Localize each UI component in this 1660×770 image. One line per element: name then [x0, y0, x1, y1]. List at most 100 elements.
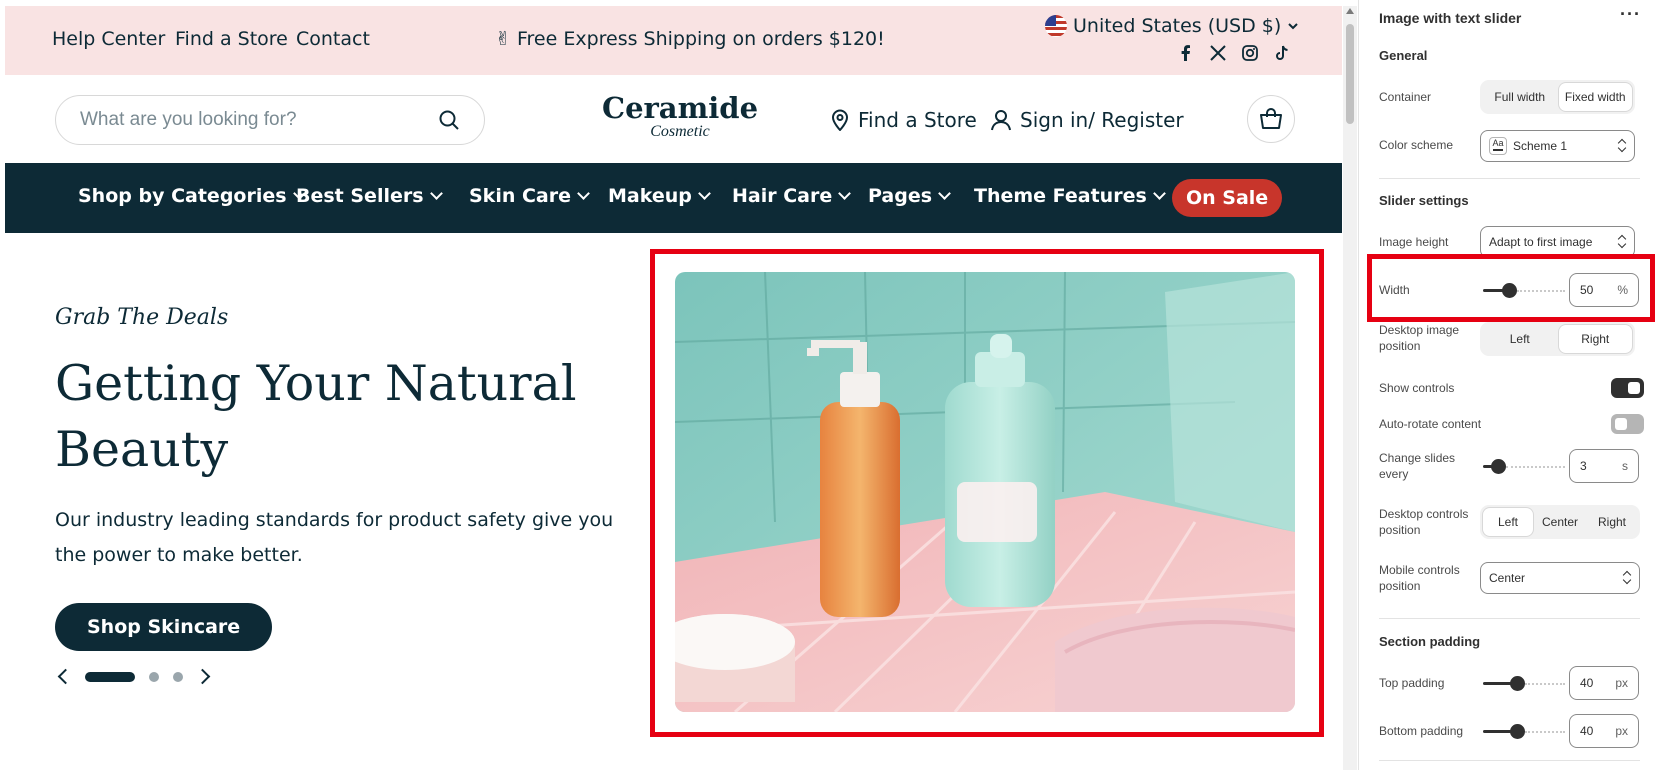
scroll-up-arrow-icon[interactable] — [1346, 8, 1354, 14]
select-arrows-icon — [1623, 571, 1631, 585]
sign-in-link[interactable]: Sign in/ Register — [990, 108, 1184, 132]
announcement-bar: Help Center Find a Store Contact ✌ Free … — [5, 6, 1342, 75]
mobile-controls-position-value: Center — [1489, 571, 1526, 585]
instagram-icon[interactable] — [1241, 44, 1259, 62]
locale-label: United States (USD $) — [1073, 15, 1282, 37]
color-scheme-swatch-icon: Aa — [1489, 137, 1507, 155]
general-heading: General — [1379, 48, 1428, 63]
nav-item-best-sellers[interactable]: Best Sellers — [296, 185, 443, 207]
desktop-controls-position-label: Desktop controls position — [1379, 507, 1469, 537]
auto-rotate-toggle[interactable] — [1611, 414, 1644, 434]
desktop-image-position-label: Desktop image position — [1379, 323, 1460, 353]
nav-label: Theme Features — [974, 185, 1147, 207]
bottom-padding-slider[interactable] — [1483, 721, 1565, 741]
top-padding-input[interactable]: 40 px — [1569, 666, 1639, 700]
logo-sub: Cosmetic — [650, 123, 710, 140]
nav-item-hair-care[interactable]: Hair Care — [732, 185, 852, 207]
mobile-controls-position-select[interactable]: Center — [1480, 562, 1640, 594]
container-fixed-width-option[interactable]: Fixed width — [1558, 83, 1632, 111]
slider-knob[interactable] — [1510, 676, 1525, 691]
scrollbar-thumb[interactable] — [1346, 24, 1354, 124]
desktop-image-position-toggle: Left Right — [1480, 322, 1635, 356]
slide-dot[interactable] — [173, 671, 183, 682]
section-divider — [1379, 760, 1640, 761]
shop-skincare-button[interactable]: Shop Skincare — [55, 603, 273, 651]
highlight-box-hero-image — [650, 249, 1324, 737]
bottom-padding-unit: px — [1615, 724, 1628, 738]
section-settings-panel: Image with text slider ··· General Conta… — [1359, 0, 1660, 770]
hero-text: Our industry leading standards for produ… — [55, 509, 614, 566]
controls-position-center-option[interactable]: Center — [1535, 508, 1585, 536]
chevron-down-icon — [698, 186, 711, 200]
bottom-padding-input[interactable]: 40 px — [1569, 714, 1639, 748]
contact-link[interactable]: Contact — [296, 28, 370, 50]
change-slides-unit: s — [1622, 459, 1628, 473]
image-height-value: Adapt to first image — [1489, 235, 1593, 249]
chevron-right-icon[interactable] — [194, 668, 211, 685]
show-controls-toggle[interactable] — [1611, 378, 1644, 398]
hero-title: Getting Your Natural Beauty — [55, 355, 577, 478]
show-controls-label: Show controls — [1379, 381, 1455, 395]
slider-knob[interactable] — [1491, 459, 1506, 474]
change-slides-slider[interactable] — [1483, 456, 1565, 476]
search-icon[interactable] — [438, 109, 460, 131]
user-icon — [991, 110, 1011, 131]
find-a-store-link[interactable]: Find a Store — [175, 28, 288, 50]
tiktok-icon[interactable] — [1273, 44, 1291, 62]
promo-text: ✌ Free Express Shipping on orders $120! — [495, 28, 885, 50]
find-store-label: Find a Store — [858, 108, 977, 132]
slide-dot-active[interactable] — [85, 671, 135, 682]
facebook-icon[interactable] — [1177, 44, 1195, 62]
nav-item-pages[interactable]: Pages — [868, 185, 951, 207]
preview-scrollbar[interactable] — [1343, 6, 1357, 770]
auto-rotate-label: Auto-rotate content — [1379, 417, 1482, 431]
color-scheme-value: Scheme 1 — [1513, 139, 1568, 153]
slider-track — [1506, 466, 1565, 468]
chevron-left-icon[interactable] — [57, 668, 74, 685]
nav-item-skin-care[interactable]: Skin Care — [469, 185, 590, 207]
shopping-bag-icon — [1260, 108, 1282, 129]
toggle-knob — [1628, 382, 1640, 394]
us-flag-icon — [1045, 15, 1067, 37]
image-position-right-option[interactable]: Right — [1558, 325, 1632, 353]
color-scheme-select[interactable]: Aa Scheme 1 — [1480, 130, 1635, 162]
cart-button[interactable] — [1247, 95, 1295, 143]
controls-position-left-option[interactable]: Left — [1483, 508, 1533, 536]
brand-logo[interactable]: Ceramide Cosmetic — [595, 93, 765, 141]
store-preview: Help Center Find a Store Contact ✌ Free … — [5, 6, 1342, 770]
image-with-text-slider: Grab The Deals Getting Your Natural Beau… — [5, 233, 1342, 770]
slider-knob[interactable] — [1510, 724, 1525, 739]
nav-label: Pages — [868, 185, 933, 207]
on-sale-link[interactable]: On Sale — [1172, 179, 1283, 217]
search-input[interactable] — [80, 109, 438, 131]
nav-item-makeup[interactable]: Makeup — [608, 185, 711, 207]
slider-settings-heading: Slider settings — [1379, 193, 1469, 208]
nav-label: Shop by Categories — [78, 185, 287, 207]
color-scheme-label: Color scheme — [1379, 138, 1454, 152]
container-full-width-option[interactable]: Full width — [1483, 83, 1557, 111]
find-store-header-link[interactable]: Find a Store — [830, 108, 977, 132]
help-center-link[interactable]: Help Center — [52, 28, 165, 50]
change-slides-input[interactable]: 3 s — [1569, 449, 1639, 483]
main-nav: Shop by Categories Best Sellers Skin Car… — [5, 163, 1342, 233]
nav-item-shop-by-categories[interactable]: Shop by Categories — [78, 185, 306, 207]
controls-position-right-option[interactable]: Right — [1587, 508, 1637, 536]
x-icon[interactable] — [1209, 44, 1227, 62]
chevron-down-icon — [938, 186, 951, 200]
nav-label: Hair Care — [732, 185, 833, 207]
chevron-down-icon — [429, 186, 443, 200]
more-options-icon[interactable]: ··· — [1620, 4, 1641, 25]
logo-main: Ceramide — [601, 91, 759, 125]
locale-selector[interactable]: United States (USD $) — [1045, 15, 1299, 37]
image-position-left-option[interactable]: Left — [1483, 325, 1557, 353]
top-padding-slider[interactable] — [1483, 673, 1565, 693]
change-slides-value: 3 — [1580, 459, 1587, 473]
chevron-down-icon — [838, 186, 852, 200]
image-height-label: Image height — [1379, 235, 1449, 249]
container-toggle: Full width Fixed width — [1480, 80, 1635, 114]
top-padding-unit: px — [1615, 676, 1628, 690]
nav-item-theme-features[interactable]: Theme Features — [974, 185, 1166, 207]
slide-dot[interactable] — [149, 671, 159, 682]
search-bar[interactable] — [55, 95, 485, 145]
top-padding-value: 40 — [1580, 676, 1594, 690]
